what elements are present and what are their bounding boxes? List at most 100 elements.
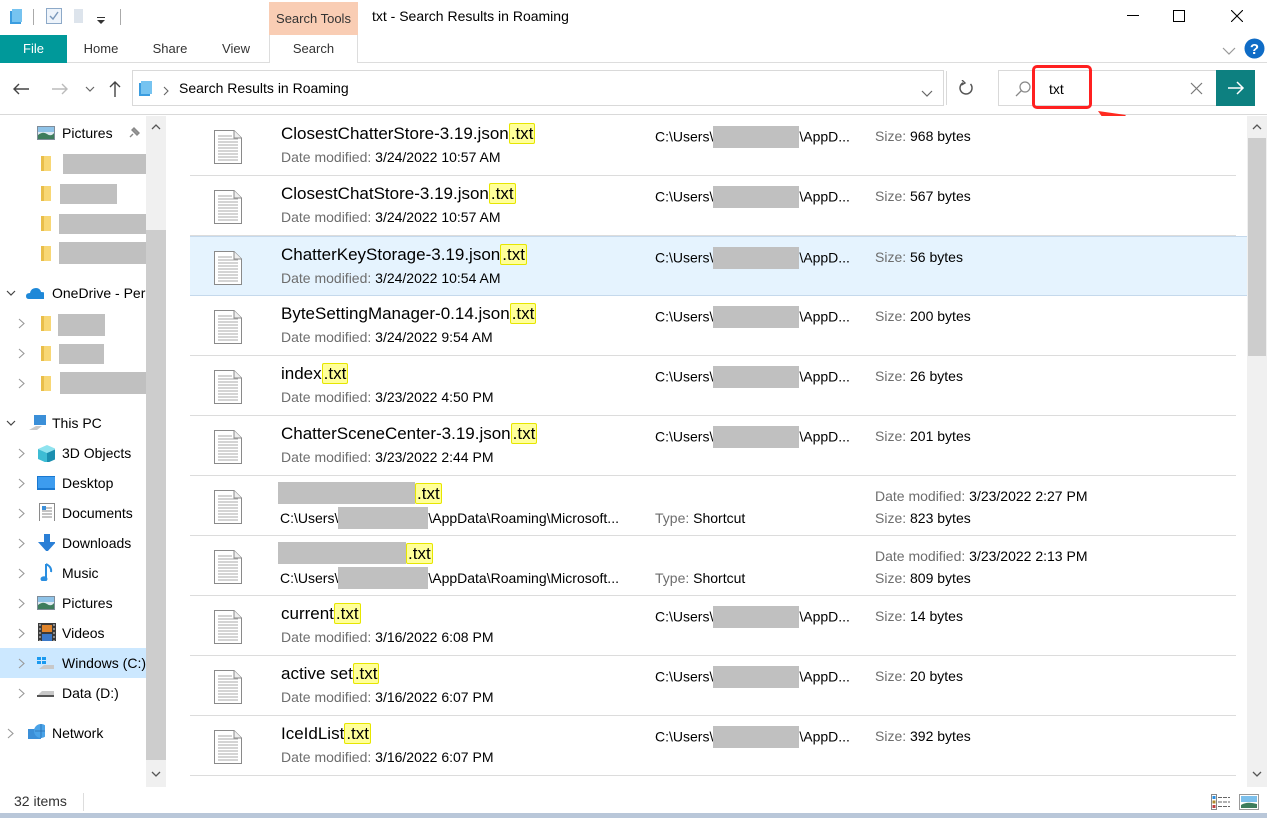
scroll-down-icon[interactable]: [151, 771, 161, 778]
sidebar-item-pictures-pinned[interactable]: Pictures: [0, 118, 146, 148]
result-row[interactable]: .txt C:\Users\ \AppData\Roaming\Microsoft.…: [190, 476, 1236, 536]
minimize-button[interactable]: [1110, 0, 1156, 32]
breadcrumb-chevron-icon[interactable]: [163, 83, 169, 99]
annotation-highlight-box: [1032, 65, 1092, 109]
clear-search-button[interactable]: [1190, 82, 1203, 98]
result-row[interactable]: .txt C:\Users\ \AppData\Roaming\Microsoft.…: [190, 536, 1236, 596]
sidebar-item-videos[interactable]: Videos: [0, 618, 146, 648]
date-modified-value: 3/23/2022 2:44 PM: [375, 449, 494, 465]
help-icon[interactable]: ?: [1244, 38, 1265, 62]
file-name[interactable]: index .txt: [281, 363, 349, 384]
file-name[interactable]: ChatterKeyStorage-3.19.json .txt: [281, 244, 527, 265]
results-scrollbar[interactable]: [1247, 116, 1267, 787]
expand-ribbon-icon[interactable]: [1222, 43, 1236, 59]
file-name[interactable]: ByteSettingManager-0.14.json .txt: [281, 303, 537, 324]
sidebar-item-folder[interactable]: [0, 208, 146, 238]
result-row[interactable]: ChatterKeyStorage-3.19.json .txt Date modi…: [190, 236, 1248, 296]
chevron-right-icon[interactable]: [18, 598, 25, 609]
chevron-right-icon[interactable]: [18, 688, 25, 699]
sidebar-scroll-thumb[interactable]: [146, 230, 166, 760]
sidebar-item-folder[interactable]: [0, 368, 146, 398]
tab-search[interactable]: Search: [269, 35, 358, 64]
sidebar-item-folder[interactable]: [0, 308, 146, 338]
tab-file[interactable]: File: [0, 35, 67, 63]
sidebar-item-folder[interactable]: [0, 238, 146, 268]
close-button[interactable]: [1214, 0, 1260, 32]
sidebar-item-folder[interactable]: [0, 178, 146, 208]
date-modified: Date modified: 3/16/2022 6:07 PM: [281, 689, 493, 705]
maximize-button[interactable]: [1156, 0, 1202, 32]
redacted-username: [713, 186, 800, 208]
result-row[interactable]: ChatterSceneCenter-3.19.json .txt Date mod…: [190, 416, 1236, 476]
up-button[interactable]: [106, 77, 124, 101]
sidebar-item-documents[interactable]: Documents: [0, 498, 146, 528]
file-name[interactable]: ChatterSceneCenter-3.19.json .txt: [281, 423, 538, 444]
result-row[interactable]: IceIdList .txt Date modified: 3/16/2022 6:…: [190, 716, 1236, 776]
scroll-down-icon[interactable]: [1252, 771, 1262, 778]
properties-icon[interactable]: [46, 8, 62, 27]
sidebar-item-pictures[interactable]: Pictures: [0, 588, 146, 618]
sidebar-item-desktop[interactable]: Desktop: [0, 468, 146, 498]
scroll-up-icon[interactable]: [151, 123, 161, 130]
tab-home[interactable]: Home: [74, 35, 128, 63]
back-button[interactable]: [10, 77, 32, 101]
chevron-right-icon[interactable]: [18, 318, 25, 329]
result-row[interactable]: current .txt Date modified: 3/16/2022 6:08…: [190, 596, 1236, 656]
chevron-right-icon[interactable]: [18, 538, 25, 549]
file-name[interactable]: .txt: [278, 482, 442, 505]
forward-button[interactable]: [49, 77, 71, 101]
customize-quick-access-icon[interactable]: [96, 12, 106, 28]
scroll-up-icon[interactable]: [1252, 123, 1262, 130]
chevron-right-icon[interactable]: [7, 728, 14, 739]
new-folder-icon[interactable]: [73, 8, 85, 27]
result-row[interactable]: ClosestChatStore-3.19.json .txt Date modif…: [190, 176, 1236, 236]
result-row[interactable]: active set .txt Date modified: 3/16/2022 6…: [190, 656, 1236, 716]
tab-share[interactable]: Share: [143, 35, 197, 63]
sidebar-item-windows-c[interactable]: Windows (C:): [0, 648, 146, 678]
result-row[interactable]: ByteSettingManager-0.14.json .txt Date mod…: [190, 296, 1236, 356]
recent-locations-button[interactable]: [83, 77, 97, 101]
details-view-button[interactable]: [1211, 794, 1231, 813]
sidebar-item-downloads[interactable]: Downloads: [0, 528, 146, 558]
chevron-right-icon[interactable]: [18, 448, 25, 459]
chevron-right-icon[interactable]: [18, 658, 25, 669]
refresh-button[interactable]: [952, 76, 980, 100]
chevron-right-icon[interactable]: [18, 508, 25, 519]
sidebar-item-3d-objects[interactable]: 3D Objects: [0, 438, 146, 468]
file-name[interactable]: ClosestChatStore-3.19.json .txt: [281, 183, 516, 204]
search-go-button[interactable]: [1216, 70, 1255, 106]
chevron-right-icon[interactable]: [18, 378, 25, 389]
sidebar-item-folder[interactable]: [0, 338, 146, 368]
file-name[interactable]: IceIdList .txt: [281, 723, 371, 744]
sidebar-item-data-d[interactable]: Data (D:): [0, 678, 146, 708]
close-icon: [1231, 10, 1243, 22]
chevron-down-icon[interactable]: [6, 419, 16, 427]
sidebar-item-music[interactable]: Music: [0, 558, 146, 588]
file-name[interactable]: active set .txt: [281, 663, 380, 684]
sidebar-item-this-pc[interactable]: This PC: [0, 408, 146, 438]
large-icons-view-button[interactable]: [1239, 794, 1259, 813]
results-scroll-thumb[interactable]: [1248, 138, 1266, 356]
pin-icon[interactable]: [127, 126, 141, 140]
breadcrumb[interactable]: Search Results in Roaming: [179, 80, 349, 96]
chevron-right-icon[interactable]: [18, 628, 25, 639]
address-dropdown-icon[interactable]: [921, 85, 933, 101]
file-name[interactable]: ClosestChatterStore-3.19.json .txt: [281, 123, 536, 144]
sidebar-scrollbar[interactable]: [146, 116, 166, 787]
file-name[interactable]: .txt: [278, 542, 433, 565]
date-modified-label: Date modified:: [281, 270, 376, 286]
address-bar[interactable]: Search Results in Roaming: [132, 70, 947, 106]
sidebar-item-folder[interactable]: [0, 148, 146, 178]
chevron-right-icon[interactable]: [18, 568, 25, 579]
sidebar-item-network[interactable]: Network: [0, 718, 146, 748]
result-row[interactable]: index .txt Date modified: 3/23/2022 4:50 P…: [190, 356, 1236, 416]
chevron-down-icon[interactable]: [6, 289, 16, 297]
tab-view[interactable]: View: [210, 35, 262, 63]
sidebar-item-onedrive[interactable]: OneDrive - Per: [0, 278, 146, 308]
file-name[interactable]: current .txt: [281, 603, 361, 624]
file-size: Size: 14 bytes: [875, 608, 963, 624]
chevron-right-icon[interactable]: [18, 348, 25, 359]
chevron-right-icon[interactable]: [18, 478, 25, 489]
file-name-base: IceIdList: [281, 724, 345, 743]
result-row[interactable]: ClosestChatterStore-3.19.json .txt Date mo…: [190, 116, 1236, 176]
